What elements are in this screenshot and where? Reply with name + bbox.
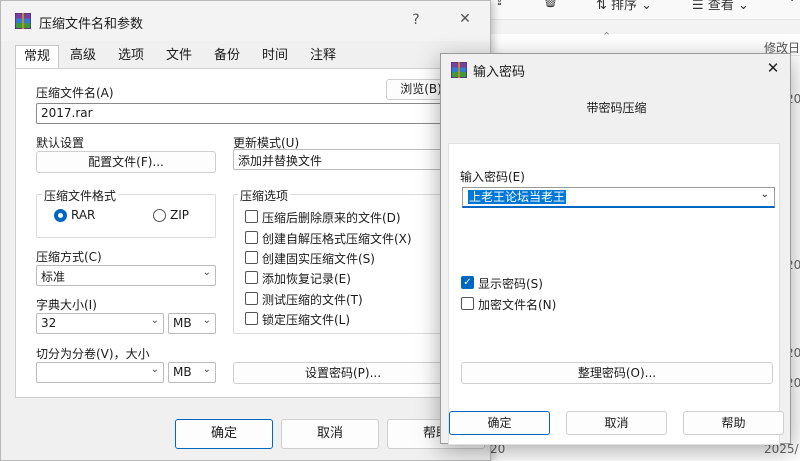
chevron-down-icon: ⌄ [150, 364, 159, 375]
password-ok-button[interactable]: 确定 [449, 411, 550, 435]
rar-radio[interactable] [54, 209, 67, 222]
dictionary-label: 字典大小(I) [36, 298, 97, 312]
chevron-down-icon: ⌄ [202, 364, 211, 375]
tab-backup[interactable]: 备份 [205, 45, 249, 69]
option-label: 创建自解压格式压缩文件(X) [262, 232, 412, 246]
sfx-checkbox[interactable] [245, 231, 258, 244]
password-dialog-title: 输入密码 [473, 65, 526, 80]
encrypt-filenames-checkbox[interactable] [461, 297, 474, 310]
close-icon[interactable]: ✕ [761, 59, 785, 77]
dictionary-select[interactable]: 32 ⌄ [36, 313, 164, 334]
method-select[interactable]: 标准 ⌄ [36, 265, 216, 286]
format-group-label: 压缩文件格式 [42, 187, 119, 204]
view-button[interactable]: ☰ 查看 ⌄ [692, 0, 749, 13]
sort-button[interactable]: ⇅ 排序 ⌄ [596, 0, 652, 13]
general-tab-panel: 压缩文件名(A) 2017.rar 浏览(B) 默认设置 配置文件(F)... … [15, 68, 491, 398]
password-input[interactable]: 上老王论坛当老王 ⌄ [462, 187, 775, 208]
method-label: 压缩方式(C) [36, 250, 102, 264]
solid-checkbox[interactable] [245, 251, 258, 264]
ok-button[interactable]: 确定 [175, 419, 273, 449]
show-password-checkbox[interactable]: ✓ [461, 276, 474, 289]
archive-name-label: 压缩文件名(A) [36, 86, 114, 100]
tab-options[interactable]: 选项 [109, 45, 153, 69]
option-label: 添加恢复记录(E) [262, 272, 351, 286]
update-mode-select[interactable]: 添加并替换文件 [233, 149, 453, 170]
option-label: 测试压缩的文件(T) [262, 293, 363, 307]
show-password-label: 显示密码(S) [478, 277, 543, 291]
cancel-button[interactable]: 取消 [281, 419, 379, 449]
password-panel: 输入密码(E) 上老王论坛当老王 ⌄ ✓ 显示密码(S) 加密文件名(N) 整理… [448, 143, 780, 445]
split-size-select[interactable]: ⌄ [36, 362, 164, 383]
sort-chevron-icon: ⌃ [602, 30, 612, 43]
winrar-icon [15, 13, 31, 29]
encrypt-filenames-label: 加密文件名(N) [478, 298, 557, 312]
winrar-icon [451, 62, 467, 78]
option-label: 锁定压缩文件(L) [262, 313, 351, 327]
zip-radio[interactable] [153, 209, 166, 222]
test-checkbox[interactable] [245, 292, 258, 305]
tab-time[interactable]: 时间 [253, 45, 297, 69]
archive-dialog: 压缩文件名和参数 ? ✕ 常规 高级 选项 文件 备份 时间 注释 压缩文件名(… [0, 0, 491, 461]
split-unit-select[interactable]: MB ⌄ [168, 362, 216, 383]
rar-label: RAR [71, 208, 96, 222]
tab-comment[interactable]: 注释 [301, 45, 345, 69]
share-icon[interactable]: ⇪ [494, 0, 505, 9]
help-icon[interactable]: ? [405, 12, 427, 28]
more-button[interactable]: · [790, 0, 794, 9]
archive-name-input[interactable]: 2017.rar [36, 103, 446, 124]
split-label: 切分为分卷(V)，大小 [36, 347, 150, 361]
zip-label: ZIP [170, 208, 189, 222]
tab-files[interactable]: 文件 [157, 45, 201, 69]
dialog-title: 压缩文件名和参数 [39, 17, 144, 32]
password-help-button[interactable]: 帮助 [683, 411, 784, 435]
dictionary-unit-select[interactable]: MB ⌄ [168, 313, 216, 334]
password-cancel-button[interactable]: 取消 [566, 411, 667, 435]
chevron-down-icon: ⌄ [760, 189, 769, 200]
profile-button[interactable]: 配置文件(F)... [36, 151, 216, 173]
chevron-down-icon: ⌄ [202, 315, 211, 326]
tab-advanced[interactable]: 高级 [61, 45, 105, 69]
close-icon[interactable]: ✕ [454, 11, 476, 27]
lock-checkbox[interactable] [245, 312, 258, 325]
option-label: 创建固实压缩文件(S) [262, 252, 375, 266]
password-dialog-subtitle: 带密码压缩 [586, 101, 647, 115]
recovery-checkbox[interactable] [245, 271, 258, 284]
tab-general[interactable]: 常规 [15, 45, 59, 69]
organize-passwords-button[interactable]: 整理密码(O)... [461, 362, 773, 384]
password-dialog: 输入密码 ✕ 带密码压缩 输入密码(E) 上老王论坛当老王 ⌄ ✓ 显示密码(S… [440, 53, 791, 445]
set-password-button[interactable]: 设置密码(P)... [233, 362, 453, 384]
option-label: 压缩后删除原来的文件(D) [262, 211, 401, 225]
title-bar: 压缩文件名和参数 ? ✕ [1, 1, 490, 41]
chevron-down-icon: ⌄ [202, 267, 211, 278]
default-settings-label: 默认设置 [36, 136, 85, 150]
options-group-label: 压缩选项 [238, 187, 291, 204]
delete-after-checkbox[interactable] [245, 210, 258, 223]
delete-icon[interactable]: 🗑 [542, 0, 559, 9]
password-input-label: 输入密码(E) [460, 170, 525, 184]
chevron-down-icon: ⌄ [150, 315, 159, 326]
